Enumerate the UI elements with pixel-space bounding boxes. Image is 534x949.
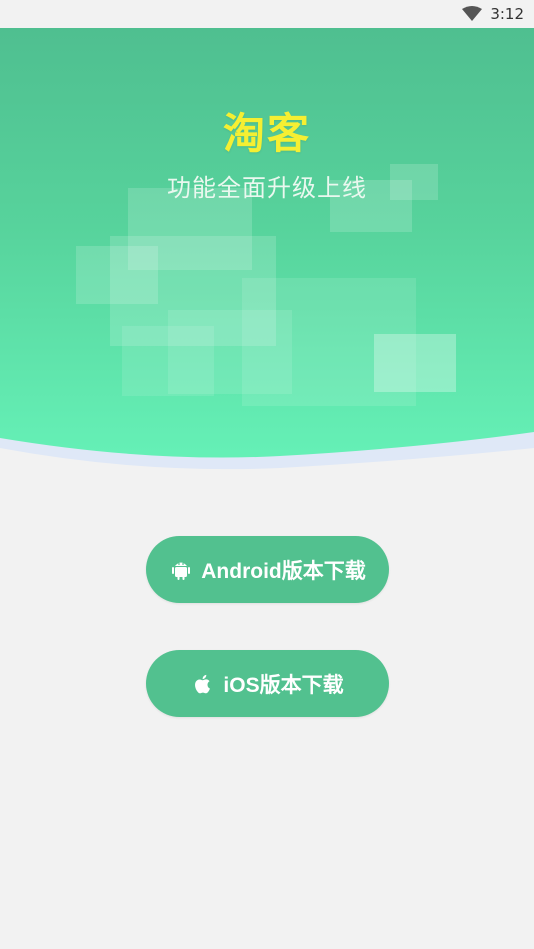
wifi-icon bbox=[462, 6, 482, 21]
android-download-button[interactable]: Android版本下载 bbox=[146, 536, 389, 603]
apple-icon bbox=[195, 674, 211, 693]
hero-subtitle: 功能全面升级上线 bbox=[167, 174, 367, 202]
app-title: 淘客 bbox=[222, 109, 311, 158]
status-time: 3:12 bbox=[490, 5, 524, 23]
android-icon bbox=[172, 562, 191, 580]
status-bar: 3:12 bbox=[0, 0, 534, 28]
ios-download-label: iOS版本下载 bbox=[223, 673, 344, 697]
ios-download-button[interactable]: iOS版本下载 bbox=[146, 650, 389, 717]
decorative-square bbox=[374, 334, 456, 392]
wave-divider bbox=[0, 432, 534, 470]
android-download-label: Android版本下载 bbox=[201, 559, 366, 583]
hero-banner: 淘客 功能全面升级上线 bbox=[0, 28, 534, 470]
